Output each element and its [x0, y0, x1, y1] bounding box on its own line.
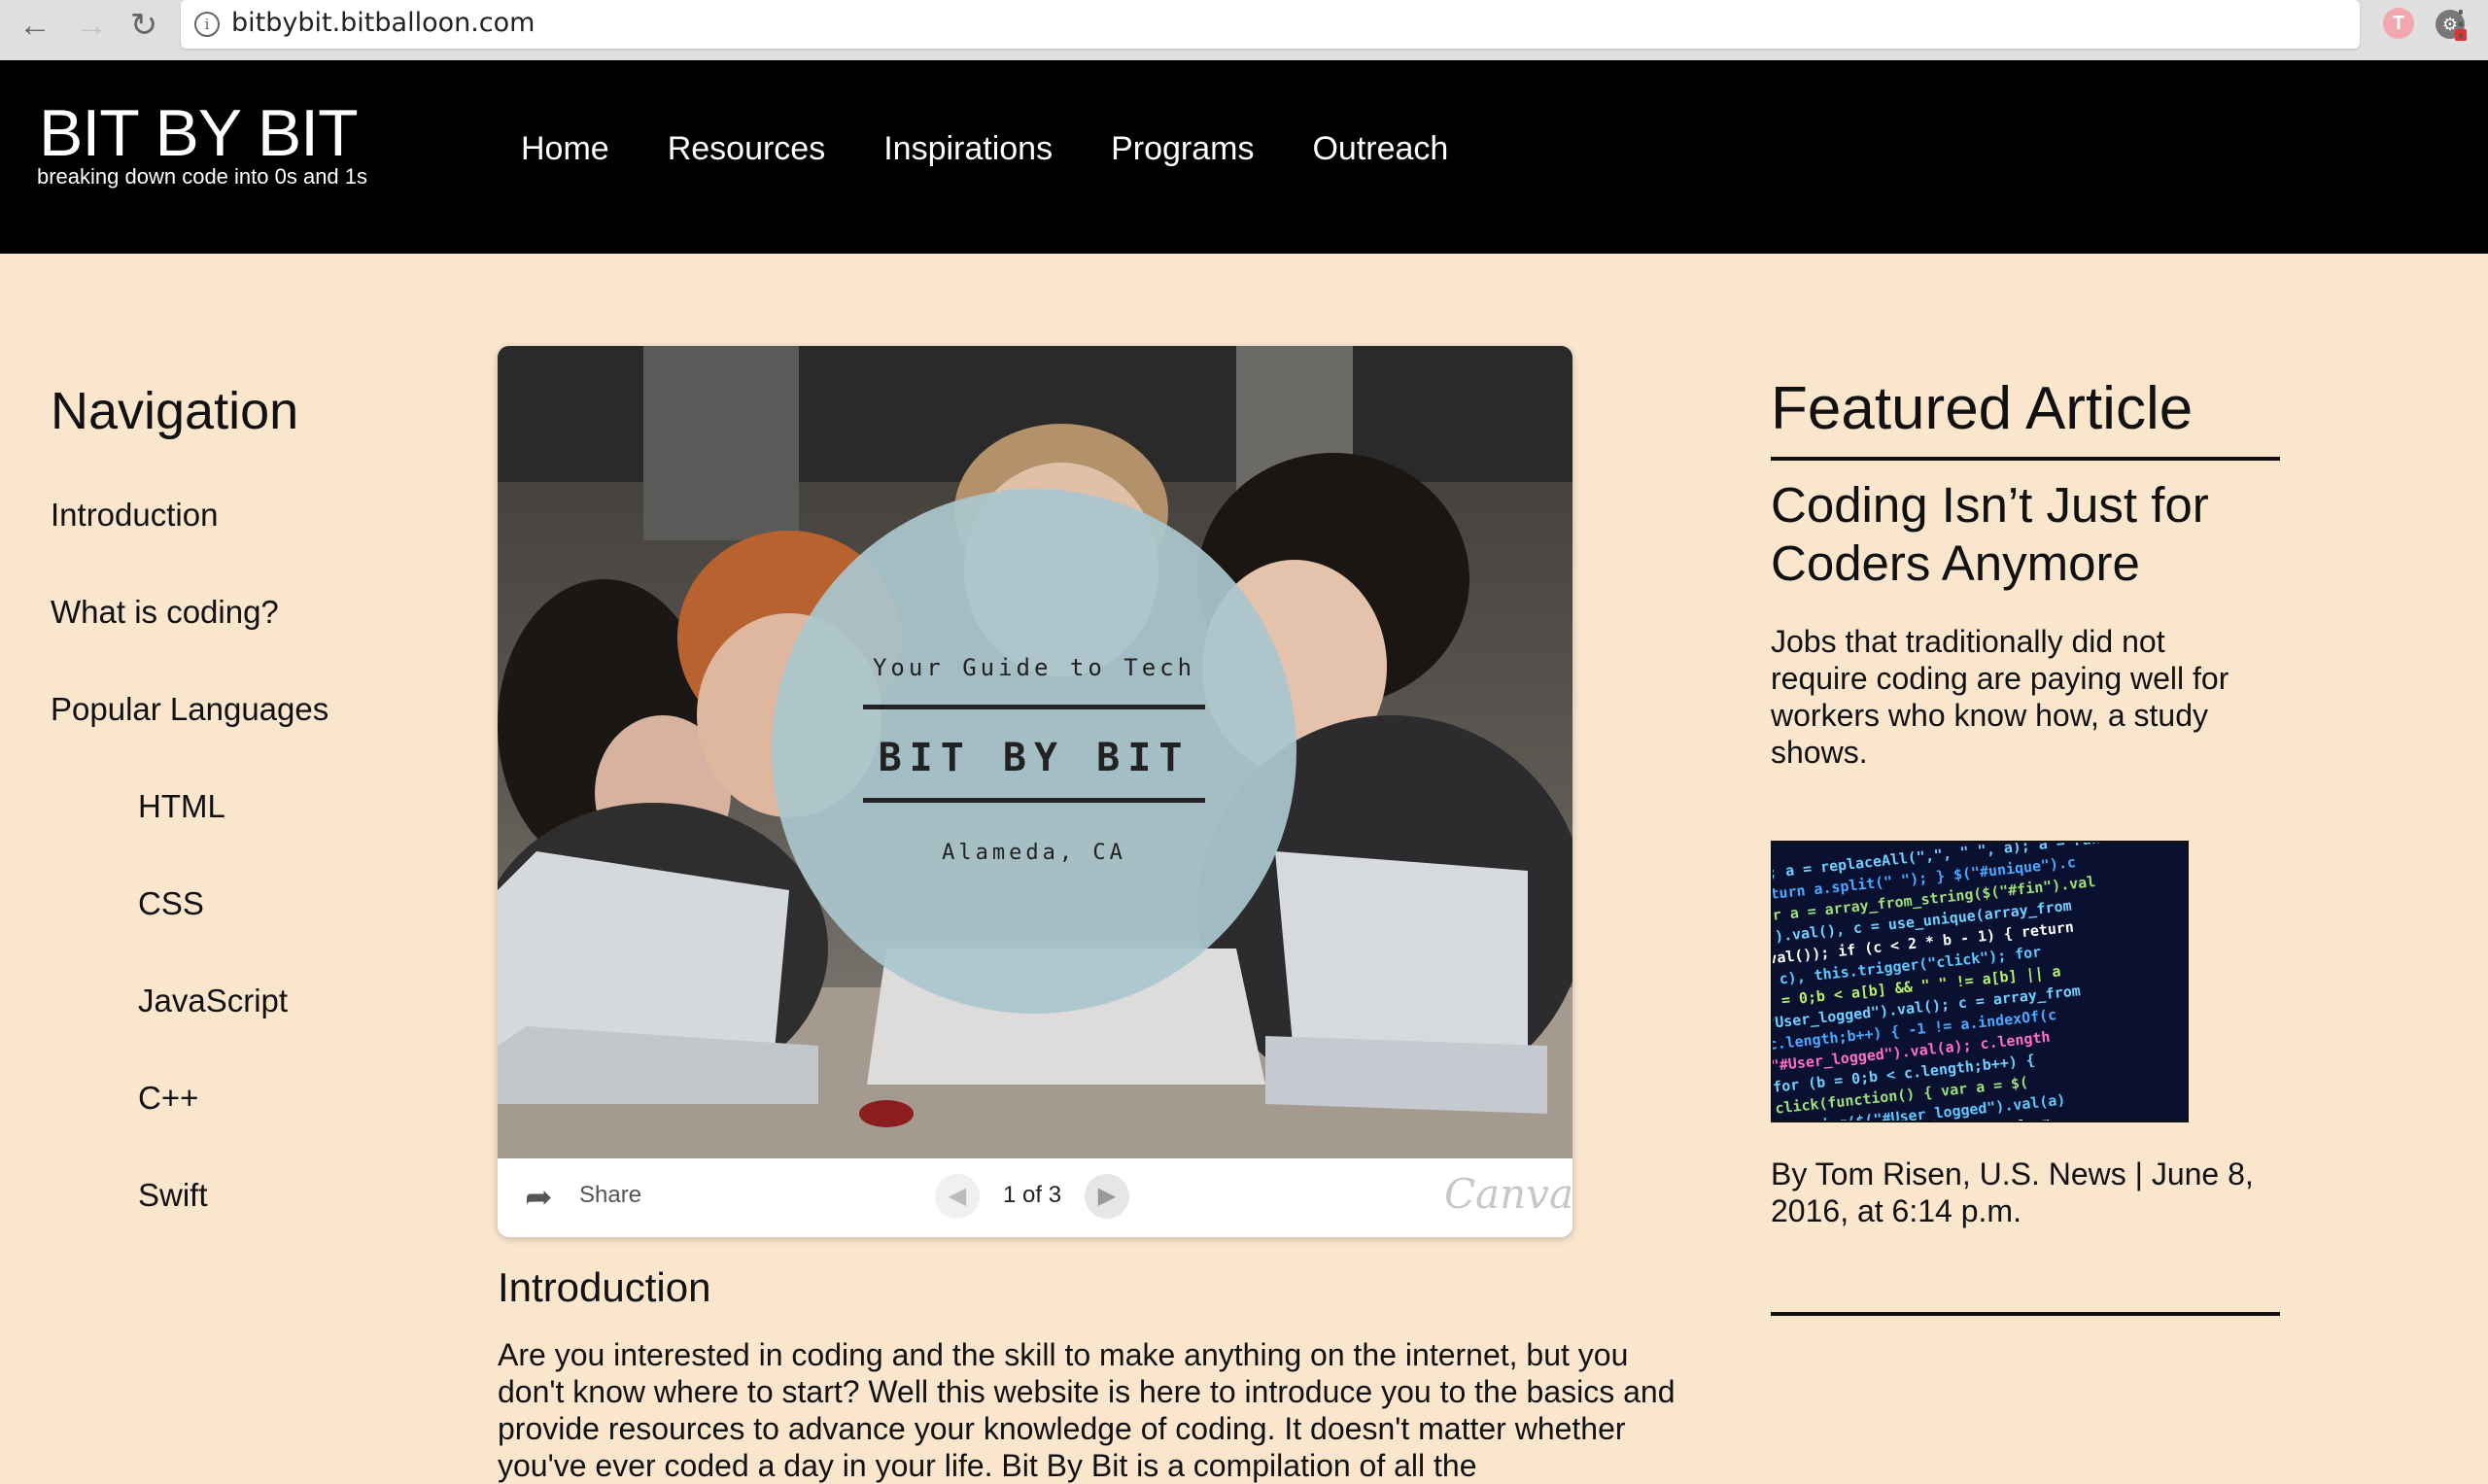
sidebar-item-css[interactable]: CSS	[138, 884, 204, 923]
introduction-heading: Introduction	[498, 1264, 711, 1310]
site-tagline: breaking down code into 0s and 1s	[37, 164, 368, 189]
top-navigation: Home Resources Inspirations Programs Out…	[521, 130, 1448, 168]
info-icon[interactable]: i	[194, 12, 220, 37]
forward-arrow-icon[interactable]: →	[72, 6, 111, 45]
slideshow-embed: Your Guide to Tech BIT BY BIT Alameda, C…	[498, 346, 1572, 1237]
url-text[interactable]: bitbybit.bitballoon.com	[231, 8, 535, 38]
featured-article-summary: Jobs that traditionally did not require …	[1771, 624, 2229, 770]
nav-home[interactable]: Home	[521, 130, 609, 168]
browser-menu-icon[interactable]: ⋮	[2443, 4, 2478, 43]
site-header: BIT BY BIT breaking down code into 0s an…	[0, 60, 2488, 254]
code-screen-image[interactable]: "); a = replaceAll(",", " ", a); a = ran…	[1771, 841, 2189, 1122]
profile-avatar-icon[interactable]: T	[2383, 8, 2414, 39]
slide-divider-bottom	[863, 798, 1205, 803]
slide-location: Alameda, CA	[942, 841, 1126, 865]
slide-counter: 1 of 3	[1003, 1182, 1062, 1208]
next-slide-button[interactable]: ▶	[1085, 1174, 1129, 1219]
nav-inspirations[interactable]: Inspirations	[883, 130, 1053, 168]
previous-slide-button[interactable]: ◀	[935, 1174, 980, 1219]
sidebar-item-what-is-coding[interactable]: What is coding?	[51, 593, 279, 632]
sidebar-item-javascript[interactable]: JavaScript	[138, 982, 288, 1020]
slide-title-circle: Your Guide to Tech BIT BY BIT Alameda, C…	[772, 489, 1296, 1014]
slide-divider-top	[863, 705, 1205, 709]
nav-outreach[interactable]: Outreach	[1312, 130, 1448, 168]
featured-article-byline: By Tom Risen, U.S. News | June 8, 2016, …	[1771, 1156, 2254, 1228]
nav-programs[interactable]: Programs	[1111, 130, 1254, 168]
sidebar-item-popular-languages[interactable]: Popular Languages	[51, 690, 328, 729]
nav-resources[interactable]: Resources	[668, 130, 826, 168]
address-bar[interactable]: i bitbybit.bitballoon.com ⚙ ☆	[181, 0, 2467, 49]
sidebar-item-html[interactable]: HTML	[138, 787, 225, 826]
featured-divider-top	[1771, 457, 2280, 461]
reload-icon[interactable]: ↻	[124, 6, 163, 45]
sidebar-item-swift[interactable]: Swift	[138, 1176, 208, 1215]
share-arrow-icon[interactable]: ➦	[525, 1180, 553, 1215]
featured-article-heading: Featured Article	[1771, 375, 2194, 442]
back-arrow-icon[interactable]: ←	[16, 6, 54, 45]
sidebar-item-introduction[interactable]: Introduction	[51, 496, 218, 535]
slide-title: BIT BY BIT	[878, 736, 1191, 780]
slide-subtitle: Your Guide to Tech	[872, 654, 1196, 681]
canva-logo[interactable]: Canva	[1444, 1170, 1572, 1218]
featured-article-title[interactable]: Coding Isn’t Just for Coders Anymore	[1771, 476, 2296, 593]
share-button[interactable]: Share	[579, 1182, 641, 1209]
sidebar-item-cpp[interactable]: C++	[138, 1079, 198, 1118]
sidebar-heading: Navigation	[51, 382, 299, 440]
introduction-text: Are you interested in coding and the ski…	[498, 1337, 1676, 1483]
browser-toolbar: ← → ↻ i bitbybit.bitballoon.com ⚙ ☆ T ⋮	[0, 0, 2488, 61]
site-logo-title[interactable]: BIT BY BIT	[39, 99, 359, 167]
slideshow-controls: ➦ Share ◀ 1 of 3 ▶ Canva	[498, 1158, 1572, 1237]
featured-divider-bottom	[1771, 1312, 2280, 1316]
